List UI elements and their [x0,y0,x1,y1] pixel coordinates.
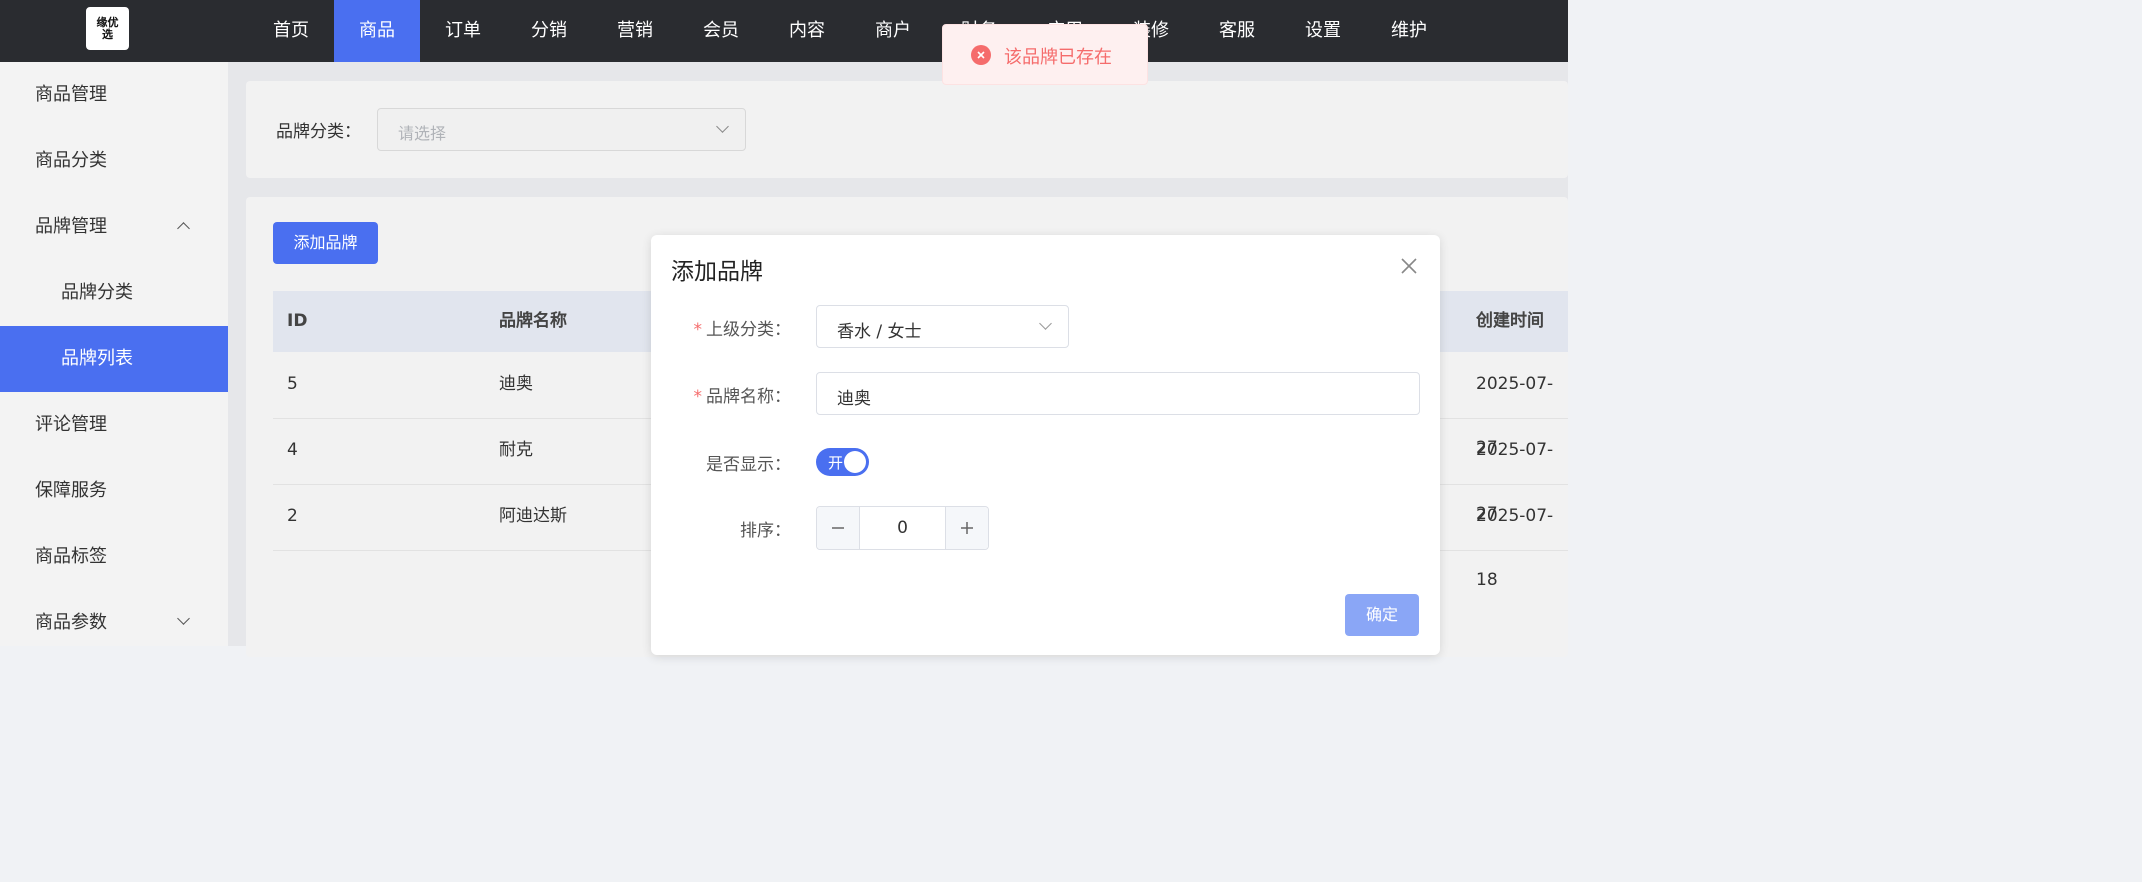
parent-category-label: * 上级分类： [651,315,792,340]
column-header-brand-name: 品牌名称 [499,311,567,331]
main-nav: 首页 商品 订单 分销 营销 会员 内容 商户 财务 应用 装修 客服 设置 维… [248,0,1452,62]
cell-id: 5 [287,374,298,394]
nav-item-goods[interactable]: 商品 [334,0,420,62]
parent-category-cascader[interactable]: 香水 / 女士 [816,305,1069,348]
sidebar-item-brand-management[interactable]: 品牌管理 [0,194,228,260]
sidebar-item-label: 商品管理 [35,84,107,105]
decrement-button[interactable] [817,507,860,549]
chevron-down-icon [1039,317,1052,330]
sidebar-item-label: 品牌列表 [61,348,133,369]
toast-message: 该品牌已存在 [1004,47,1112,68]
nav-item-members[interactable]: 会员 [678,0,764,62]
error-toast: 该品牌已存在 [942,24,1148,85]
brand-name-input[interactable]: 迪奥 [816,372,1420,415]
sidebar-item-label: 品牌管理 [35,216,107,237]
nav-item-settings[interactable]: 设置 [1280,0,1366,62]
nav-item-orders[interactable]: 订单 [420,0,506,62]
sidebar-item-brand-category[interactable]: 品牌分类 [0,260,228,326]
cell-brand-name: 耐克 [499,440,533,460]
cell-id: 4 [287,440,298,460]
sidebar-item-guarantee[interactable]: 保障服务 [0,458,228,524]
sidebar-item-comments[interactable]: 评论管理 [0,392,228,458]
brand-name-value: 迪奥 [837,389,871,409]
nav-item-content[interactable]: 内容 [764,0,850,62]
sidebar-item-label: 商品标签 [35,546,107,567]
chevron-down-icon [177,612,190,625]
sidebar-item-goods-category[interactable]: 商品分类 [0,128,228,194]
nav-item-customer-service[interactable]: 客服 [1194,0,1280,62]
brand-logo[interactable]: 缘优选 [86,7,129,50]
required-mark: * [693,387,703,407]
sidebar-item-brand-list[interactable]: 品牌列表 [0,326,228,392]
show-toggle[interactable]: 开 [816,448,869,476]
sidebar: 商品管理 商品分类 品牌管理 品牌分类 品牌列表 评论管理 保障服务 商品标签 … [0,62,228,646]
minus-icon [832,527,844,529]
required-mark: * [693,320,703,340]
parent-category-label-text: 上级分类： [706,320,791,340]
chevron-down-icon [716,120,729,133]
brand-name-label: * 品牌名称： [651,382,792,407]
toggle-text: 开 [828,454,844,472]
nav-item-distribution[interactable]: 分销 [506,0,592,62]
chevron-up-icon [177,222,190,235]
cell-brand-name: 阿迪达斯 [499,506,567,526]
sidebar-item-goods-params[interactable]: 商品参数 [0,590,228,656]
nav-item-home[interactable]: 首页 [248,0,334,62]
confirm-button[interactable]: 确定 [1345,594,1419,636]
sidebar-item-goods-tags[interactable]: 商品标签 [0,524,228,590]
plus-icon [961,522,973,534]
increment-button[interactable] [945,507,988,549]
nav-item-merchants[interactable]: 商户 [850,0,936,62]
sort-input[interactable]: 0 [860,507,945,549]
cell-created-time: 2025-07-18 [1476,506,1554,590]
nav-item-marketing[interactable]: 营销 [592,0,678,62]
dialog-title: 添加品牌 [671,259,763,285]
cell-id: 2 [287,506,298,526]
add-brand-button[interactable]: 添加品牌 [273,222,378,264]
sort-label: 排序： [740,521,791,541]
sidebar-item-label: 商品参数 [35,612,107,633]
column-header-created-time: 创建时间 [1476,311,1544,331]
sidebar-item-goods-management[interactable]: 商品管理 [0,62,228,128]
sidebar-item-label: 评论管理 [35,414,107,435]
sidebar-item-label: 保障服务 [35,480,107,501]
top-nav-bar: 缘优选 首页 商品 订单 分销 营销 会员 内容 商户 财务 应用 装修 客服 … [0,0,1568,62]
parent-category-value: 香水 / 女士 [837,322,922,342]
sidebar-item-label: 商品分类 [35,150,107,171]
cell-brand-name: 迪奥 [499,374,533,394]
filter-card: 品牌分类： 请选择 [246,81,1568,178]
sort-stepper: 0 [816,506,989,550]
select-placeholder: 请选择 [398,124,447,143]
sidebar-item-label: 品牌分类 [61,282,133,303]
error-icon [971,45,991,65]
brand-name-label-text: 品牌名称： [706,387,791,407]
brand-category-filter-label: 品牌分类： [276,122,361,142]
column-header-id: ID [287,311,308,331]
add-brand-dialog: 添加品牌 * 上级分类： 香水 / 女士 * 品牌名称： 迪奥 是否显示： 开 排序… [651,235,1440,655]
toggle-knob [844,451,866,473]
brand-category-select[interactable]: 请选择 [377,108,746,151]
close-icon[interactable] [1398,255,1420,277]
logo-text: 缘优选 [96,15,119,41]
nav-item-maintenance[interactable]: 维护 [1366,0,1452,62]
show-label: 是否显示： [706,455,791,475]
